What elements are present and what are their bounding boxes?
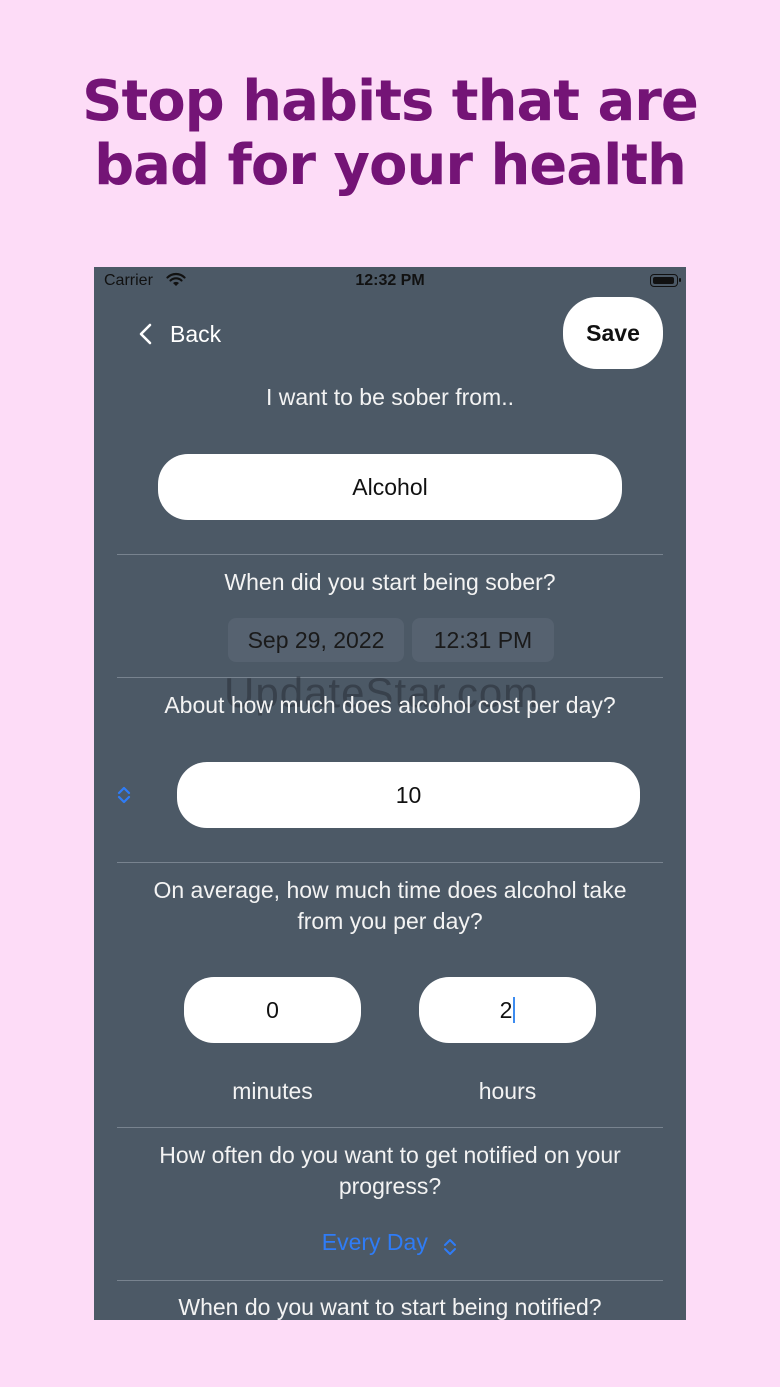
- frequency-value: Every Day: [321, 1229, 428, 1255]
- time-taken-label: On average, how much time does alcohol t…: [153, 877, 627, 934]
- divider: [117, 1127, 663, 1128]
- notification-label: How often do you want to get notified on…: [159, 1142, 621, 1199]
- minutes-label: minutes: [232, 1078, 313, 1104]
- notification-start-label: When do you want to start being notified…: [178, 1294, 602, 1320]
- phone-screen: Carrier 12:32 PM Back Save I want to be …: [94, 267, 686, 1320]
- headline: Stop habits that are bad for your health: [0, 70, 780, 198]
- minutes-input[interactable]: [184, 977, 361, 1043]
- sober-from-label: I want to be sober from..: [265, 384, 514, 410]
- text-cursor: [513, 997, 516, 1023]
- cost-label: About how much does alcohol cost per day…: [164, 692, 616, 718]
- chevron-up-down-icon: [442, 1235, 458, 1255]
- cost-input[interactable]: [177, 762, 640, 828]
- frequency-select[interactable]: Every Day: [94, 1229, 686, 1256]
- hours-value: 2: [499, 996, 513, 1023]
- headline-line-1: Stop habits that are: [82, 69, 699, 134]
- battery-icon: [650, 274, 681, 287]
- divider: [117, 862, 663, 863]
- divider: [117, 554, 663, 555]
- status-bar: Carrier 12:32 PM: [94, 267, 686, 297]
- chevron-left-icon: [136, 322, 156, 346]
- back-label: Back: [170, 320, 222, 347]
- headline-line-2: bad for your health: [94, 133, 687, 198]
- hours-input[interactable]: 2: [419, 977, 596, 1043]
- hours-label: hours: [478, 1078, 537, 1104]
- divider: [117, 1280, 663, 1281]
- status-time: 12:32 PM: [355, 272, 425, 289]
- back-button[interactable]: Back: [136, 317, 221, 351]
- start-time-picker[interactable]: 12:31 PM: [412, 618, 554, 662]
- save-button[interactable]: Save: [563, 297, 663, 369]
- start-date-picker[interactable]: Sep 29, 2022: [228, 618, 404, 662]
- start-date-label: When did you start being sober?: [224, 569, 556, 595]
- stepper-icon[interactable]: [114, 785, 134, 805]
- sober-from-input[interactable]: [158, 454, 622, 520]
